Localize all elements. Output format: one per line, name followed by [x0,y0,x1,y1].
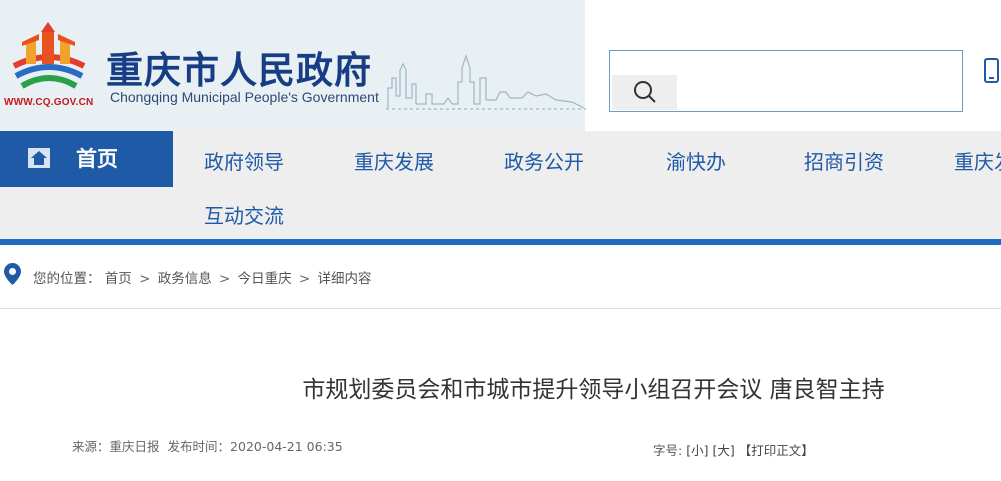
font-size-large-button[interactable]: [大] [712,443,734,458]
search-box[interactable] [609,50,963,112]
breadcrumb-item-home[interactable]: 首页 [105,271,132,287]
nav-item-yukuaiban[interactable]: 渝快办 [666,146,726,175]
content-divider [0,308,1001,309]
nav-item-leaders[interactable]: 政府领导 [204,146,284,175]
published-time: 2020-04-21 06:35 [230,439,343,454]
font-size-label: 字号: [653,443,683,458]
article-meta: 来源：重庆日报 发布时间：2020-04-21 06:35 [72,436,343,455]
site-url-text: WWW.CQ.GOV.CN [4,97,94,108]
site-header: WWW.CQ.GOV.CN 重庆市人民政府 Chongqing Municipa… [0,0,1001,131]
nav-item-interaction[interactable]: 互动交流 [204,200,284,229]
breadcrumb-prefix: 您的位置： [33,271,101,287]
nav-item-development[interactable]: 重庆发展 [354,146,434,175]
font-size-small-button[interactable]: [小] [686,443,708,458]
site-title[interactable]: 重庆市人民政府 [106,40,372,94]
published-label: 发布时间： [167,439,231,454]
nav-underline-bar [0,239,1001,245]
nav-item-government-affairs[interactable]: 政务公开 [504,146,584,175]
nav-item-chongqing-publish[interactable]: 重庆发 [954,146,1001,175]
site-subtitle: Chongqing Municipal People's Government [110,89,379,105]
nav-item-home[interactable]: 首页 [0,131,173,187]
breadcrumb-separator: > [139,271,151,287]
source-label: 来源： [72,439,110,454]
search-button[interactable] [612,75,677,110]
breadcrumb-item-news[interactable]: 政务信息 [158,271,212,287]
breadcrumb-separator: > [298,271,311,287]
home-icon [28,148,50,168]
font-size-controls: 字号: [小] [大] 【打印正文】 [653,440,814,459]
breadcrumb: 您的位置： 首页 > 政务信息 > 今日重庆 > 详细内容 [0,255,1001,297]
print-button[interactable]: 【打印正文】 [739,443,814,458]
source-value: 重庆日报 [109,439,160,454]
main-nav: 首页 政府领导 重庆发展 政务公开 渝快办 招商引资 重庆发 互动交流 [0,131,1001,239]
government-emblem-logo-icon[interactable] [8,20,90,100]
mobile-phone-icon[interactable] [982,58,1001,84]
nav-home-label: 首页 [76,147,118,171]
location-pin-icon [4,263,21,285]
city-skyline-illustration [386,54,586,110]
breadcrumb-item-detail[interactable]: 详细内容 [318,271,372,287]
article-title: 市规划委员会和市城市提升领导小组召开会议 唐良智主持 [302,377,885,403]
nav-item-investment[interactable]: 招商引资 [804,146,884,175]
search-icon [633,81,656,103]
breadcrumb-separator: > [219,271,231,287]
breadcrumb-item-today[interactable]: 今日重庆 [238,271,292,287]
